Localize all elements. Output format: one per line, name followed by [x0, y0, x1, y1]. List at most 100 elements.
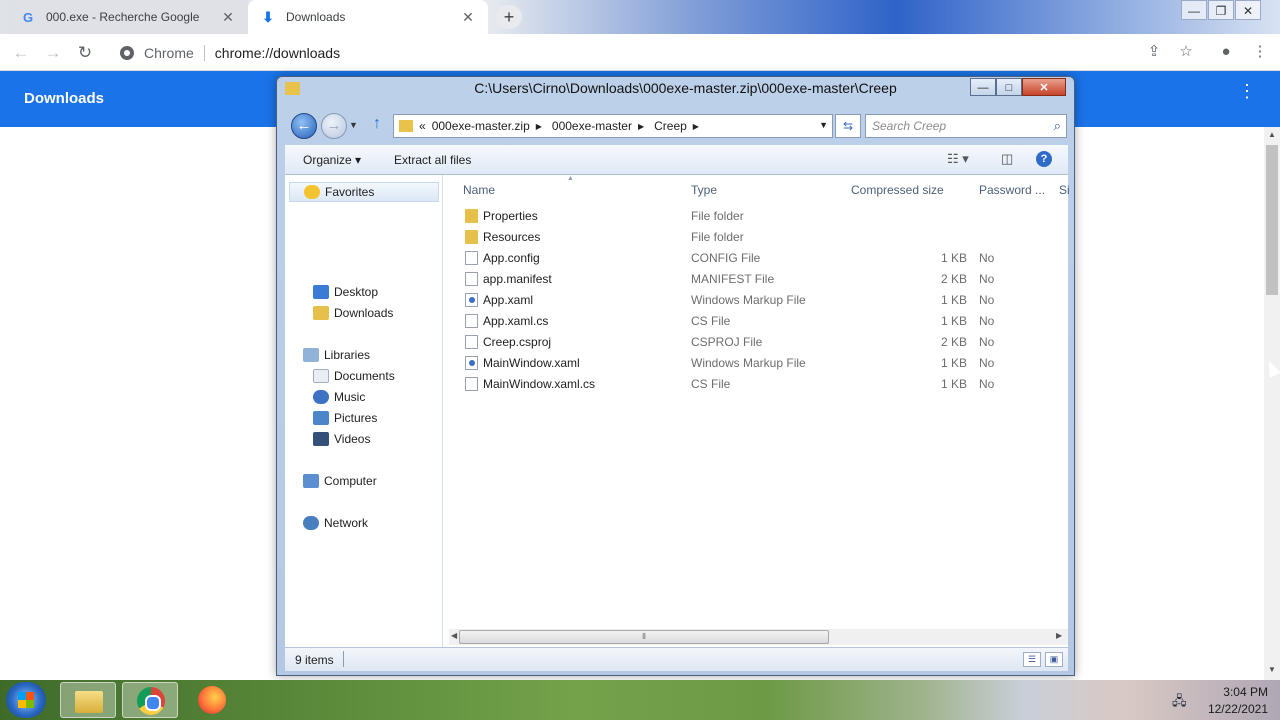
horizontal-scrollbar[interactable]: ◀ ⦀ ▶ [449, 629, 1068, 645]
file-row[interactable]: Properties File folder [445, 205, 1068, 226]
tab-downloads[interactable]: ⬇ Downloads ✕ [248, 0, 488, 34]
explorer-window-controls: — □ ✕ [970, 78, 1066, 97]
bookmark-star-icon[interactable]: ☆ [1176, 42, 1196, 62]
recent-pages-dropdown-icon[interactable]: ▼ [349, 120, 358, 130]
address-bar[interactable]: Chrome chrome://downloads [110, 38, 1120, 67]
nav-item-computer[interactable]: Computer [303, 471, 377, 491]
explorer-title-bar[interactable]: C:\Users\Cirno\Downloads\000exe-master.z… [277, 80, 1074, 96]
file-row[interactable]: MainWindow.xaml Windows Markup File 1 KB… [445, 352, 1068, 373]
file-type: CS File [691, 314, 731, 328]
chevron-right-icon[interactable]: ▶ [693, 122, 699, 131]
nav-item-documents[interactable]: Documents [313, 366, 395, 386]
column-header-name[interactable]: Name [463, 183, 495, 197]
chevron-right-icon[interactable]: ▶ [536, 122, 542, 131]
address-breadcrumb[interactable]: « 000exe-master.zip ▶ 000exe-master ▶ Cr… [393, 114, 833, 138]
column-header-password[interactable]: Password ... [979, 183, 1045, 197]
column-header-compressed-size[interactable]: Compressed size [851, 183, 944, 197]
new-tab-button[interactable]: + [496, 5, 522, 29]
nav-item-libraries[interactable]: Libraries [303, 345, 370, 365]
scroll-left-icon[interactable]: ◀ [451, 631, 457, 640]
restore-button[interactable]: ❐ [1208, 0, 1234, 20]
clock-date[interactable]: 12/22/2021 [1168, 702, 1268, 716]
chevron-right-icon[interactable]: ▶ [638, 122, 644, 131]
star-icon [304, 185, 320, 199]
page-scrollbar[interactable]: ▲ ▼ [1264, 127, 1280, 680]
nav-item-music[interactable]: Music [313, 387, 365, 407]
up-arrow-icon[interactable]: ↑ [373, 115, 381, 133]
close-button[interactable]: ✕ [1022, 78, 1066, 96]
reload-icon[interactable]: ↻ [72, 40, 98, 66]
tab-strip: G 000.exe - Recherche Google ✕ ⬇ Downloa… [0, 0, 1280, 34]
maximize-button[interactable]: □ [996, 78, 1022, 96]
nav-label: Favorites [325, 185, 375, 199]
forward-arrow-icon[interactable]: → [40, 40, 66, 66]
nav-label: Pictures [334, 411, 378, 425]
chevron-down-icon[interactable]: ▼ [819, 120, 828, 130]
breadcrumb-overflow[interactable]: « [419, 119, 426, 133]
file-row[interactable]: App.xaml.cs CS File 1 KB No [445, 310, 1068, 331]
details-view-icon[interactable]: ☰ [1023, 652, 1041, 667]
file-row[interactable]: App.config CONFIG File 1 KB No [445, 247, 1068, 268]
file-name: Properties [483, 209, 538, 223]
more-menu-icon[interactable]: ⋮ [1250, 42, 1270, 62]
preview-pane-icon[interactable]: ◫ [1001, 151, 1013, 167]
taskbar-explorer[interactable] [60, 682, 116, 718]
breadcrumb-item[interactable]: Creep [654, 119, 687, 133]
more-options-icon[interactable]: ⋮ [1238, 82, 1256, 100]
start-button[interactable] [6, 682, 46, 718]
file-row[interactable]: Creep.csproj CSPROJ File 2 KB No [445, 331, 1068, 352]
back-button[interactable]: ← [291, 113, 317, 139]
desktop-icon [313, 285, 329, 299]
nav-item-desktop[interactable]: Desktop [313, 282, 378, 302]
breadcrumb-item[interactable]: 000exe-master [552, 119, 632, 133]
profile-avatar-icon[interactable]: ● [1216, 42, 1236, 62]
refresh-icon[interactable]: ⇆ [835, 114, 861, 138]
scrollbar-thumb[interactable]: ⦀ [459, 630, 829, 644]
close-tab-icon[interactable]: ✕ [220, 9, 236, 25]
nav-item-downloads[interactable]: Downloads [313, 303, 393, 323]
back-arrow-icon[interactable]: ← [8, 40, 34, 66]
forward-button[interactable]: → [321, 113, 347, 139]
help-icon[interactable]: ? [1036, 151, 1052, 167]
close-tab-icon[interactable]: ✕ [460, 9, 476, 25]
column-header-size[interactable]: Si [1059, 183, 1070, 197]
breadcrumb-item[interactable]: 000exe-master.zip [432, 119, 530, 133]
search-icon[interactable]: ⌕ [1054, 118, 1061, 134]
scroll-down-icon[interactable]: ▼ [1264, 665, 1280, 674]
scroll-up-icon[interactable]: ▲ [1264, 130, 1280, 139]
search-input[interactable]: Search Creep ⌕ [865, 114, 1067, 138]
file-row[interactable]: App.xaml Windows Markup File 1 KB No [445, 289, 1068, 310]
file-password: No [979, 335, 995, 349]
nav-item-pictures[interactable]: Pictures [313, 408, 377, 428]
extract-all-button[interactable]: Extract all files [394, 153, 471, 167]
clock-time[interactable]: 3:04 PM [1168, 685, 1268, 699]
close-window-button[interactable]: ✕ [1235, 0, 1261, 20]
minimize-button[interactable]: — [970, 78, 996, 96]
file-row[interactable]: Resources File folder [445, 226, 1068, 247]
nav-item-videos[interactable]: Videos [313, 429, 370, 449]
nav-item-network[interactable]: Network [303, 513, 368, 533]
downloads-folder-icon [313, 306, 329, 320]
file-size: 1 KB [940, 293, 967, 307]
scroll-right-icon[interactable]: ▶ [1056, 631, 1062, 640]
column-header-type[interactable]: Type [691, 183, 717, 197]
nav-item-favorites[interactable]: Favorites [289, 182, 439, 202]
file-password: No [979, 356, 995, 370]
network-icon [303, 516, 319, 530]
tab-google-search[interactable]: G 000.exe - Recherche Google ✕ [8, 0, 248, 34]
organize-button[interactable]: Organize ▾ [303, 153, 361, 167]
share-icon[interactable]: ⇪ [1144, 42, 1164, 62]
taskbar-chrome[interactable] [122, 682, 178, 718]
minimize-button[interactable]: — [1181, 0, 1207, 20]
nav-label: Downloads [334, 306, 394, 320]
nav-label: Videos [334, 432, 371, 446]
file-row[interactable]: MainWindow.xaml.cs CS File 1 KB No [445, 373, 1068, 394]
file-name: Resources [483, 230, 541, 244]
file-row[interactable]: app.manifest MANIFEST File 2 KB No [445, 268, 1068, 289]
file-password: No [979, 272, 995, 286]
view-options-icon[interactable]: ☷ ▾ [947, 151, 969, 167]
taskbar-firefox[interactable] [184, 682, 240, 718]
file-icon [465, 314, 478, 328]
scrollbar-thumb[interactable] [1266, 145, 1278, 295]
large-icons-view-icon[interactable]: ▣ [1045, 652, 1063, 667]
